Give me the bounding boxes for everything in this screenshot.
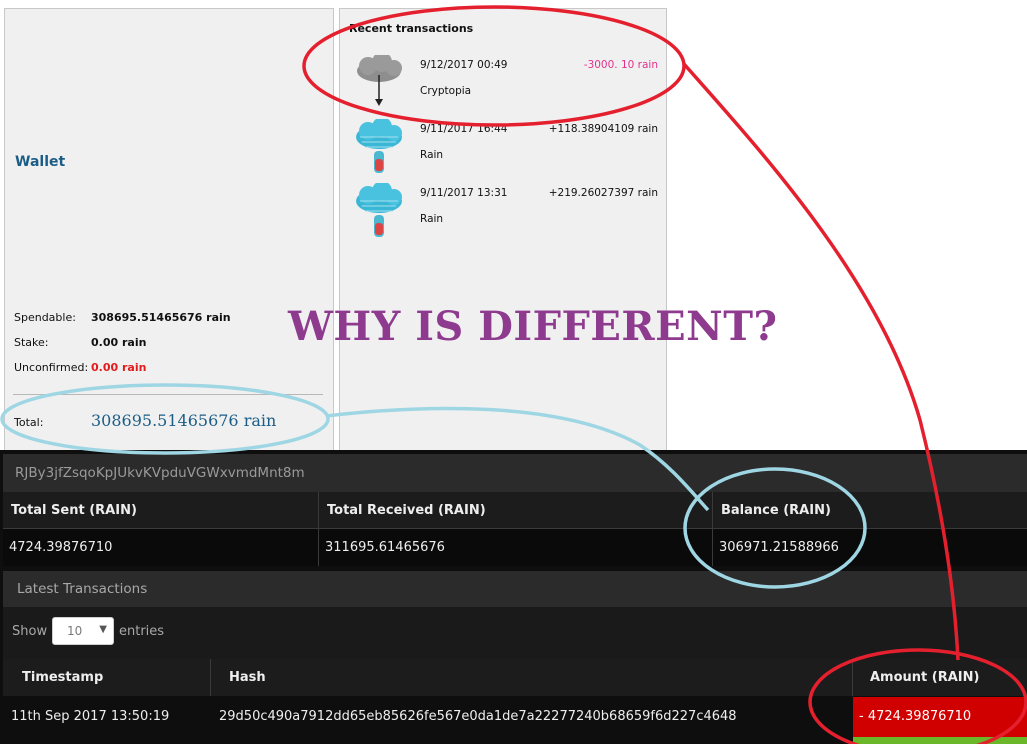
transaction-amount: -3000. 10 rain — [583, 59, 658, 71]
entries-label: entries — [119, 624, 165, 639]
cloud-send-icon — [348, 52, 410, 117]
spendable-value: 308695.51465676 rain — [91, 311, 231, 324]
transaction-amount: +118.38904109 rain — [548, 123, 658, 135]
stake-value: 0.00 rain — [91, 336, 147, 349]
recent-transactions-title: Recent transactions — [349, 22, 474, 35]
transaction-description: Rain — [420, 213, 444, 225]
wallet-panel: Wallet Spendable: 308695.51465676 rain S… — [4, 8, 334, 453]
recent-transaction-item[interactable]: 9/12/2017 00:49 -3000. 10 rain Cryptopia — [340, 52, 668, 117]
recent-transaction-item[interactable]: 9/11/2017 13:31 +219.26027397 rain Rain — [340, 181, 668, 245]
transaction-date: 9/11/2017 16:44 — [420, 123, 508, 135]
transaction-description: Cryptopia — [420, 85, 472, 97]
total-sent-value: 4724.39876710 — [3, 529, 319, 566]
hash-column-header[interactable]: Hash — [211, 659, 853, 696]
address-summary-table: Total Sent (RAIN) Total Received (RAIN) … — [3, 492, 1027, 568]
transaction-date: 9/11/2017 13:31 — [420, 187, 508, 199]
next-row-amount-strip — [853, 737, 1027, 744]
wallet-divider — [13, 394, 323, 395]
cloud-rain-icon — [348, 117, 410, 181]
wallet-title: Wallet — [15, 154, 66, 170]
balance-header: Balance (RAIN) — [713, 492, 1027, 529]
spendable-label: Spendable: — [14, 311, 76, 324]
total-received-header: Total Received (RAIN) — [319, 492, 713, 529]
transaction-amount-cell: - 4724.39876710 — [853, 697, 1027, 737]
total-sent-header: Total Sent (RAIN) — [3, 492, 319, 529]
entries-select[interactable]: 10 ▼ — [52, 617, 114, 645]
entries-control: Show 10 ▼ entries — [3, 607, 1027, 659]
balance-value: 306971.21588966 — [713, 529, 1027, 566]
transaction-date: 9/12/2017 00:49 — [420, 59, 508, 71]
block-explorer: RJBy3jfZsqoKpJUkvKVpduVGWxvmdMnt8m Total… — [0, 450, 1027, 744]
total-received-value: 311695.61465676 — [319, 529, 713, 566]
transaction-amount: +219.26027397 rain — [548, 187, 658, 199]
timestamp-column-header[interactable]: Timestamp — [3, 659, 211, 696]
cloud-rain-icon — [348, 181, 410, 245]
show-label: Show — [12, 624, 48, 639]
address-header: RJBy3jfZsqoKpJUkvKVpduVGWxvmdMnt8m — [3, 454, 1027, 492]
transaction-timestamp: 11th Sep 2017 13:50:19 — [3, 697, 211, 737]
recent-transaction-item[interactable]: 9/11/2017 16:44 +118.38904109 rain Rain — [340, 117, 668, 181]
unconfirmed-value: 0.00 rain — [91, 361, 147, 374]
entries-select-value: 10 — [67, 624, 83, 638]
total-label: Total: — [14, 416, 44, 429]
unconfirmed-label: Unconfirmed: — [14, 361, 89, 374]
transaction-hash-link[interactable]: 29d50c490a7912dd65eb85626fe567e0da1de7a2… — [211, 697, 853, 737]
stake-label: Stake: — [14, 336, 49, 349]
transaction-description: Rain — [420, 149, 444, 161]
latest-transactions-header: Latest Transactions — [3, 571, 1027, 607]
total-value: 308695.51465676 rain — [91, 411, 277, 430]
chevron-down-icon: ▼ — [99, 624, 107, 635]
amount-column-header[interactable]: Amount (RAIN) — [853, 659, 1027, 696]
recent-transactions-panel: Recent transactions 9/12/2017 00:49 -300… — [339, 8, 667, 453]
overlay-question-text: WHY IS DIFFERENT? — [288, 303, 778, 350]
